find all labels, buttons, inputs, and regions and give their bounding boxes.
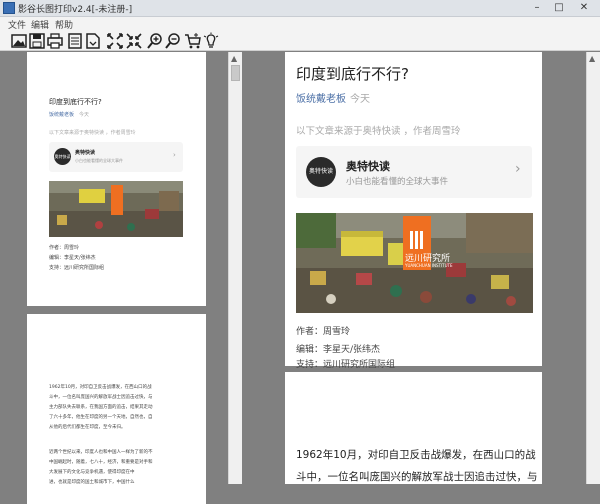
- zoom-out-icon[interactable]: [164, 32, 182, 50]
- thumbnail-pane: 印度到底行不行? 饭统戴老板 今天 以下文章来源于奥特快读 ，作者周雪玲 奥特快…: [0, 52, 228, 504]
- thumbnail-scroll-thumb[interactable]: [231, 65, 240, 81]
- minimize-button[interactable]: –: [526, 1, 548, 15]
- menu-help[interactable]: 帮助: [55, 18, 73, 31]
- thumb-paragraph-line: 进，也就是印度的国土和城市下，中国什么: [49, 480, 135, 485]
- thumb-paragraph-line: 从他的后代们都生在印度，至今未归。: [49, 425, 126, 430]
- thumbnail-page-1[interactable]: 印度到底行不行? 饭统戴老板 今天 以下文章来源于奥特快读 ，作者周雪玲 奥特快…: [27, 52, 206, 306]
- thumb-paragraph-line: 近两个世纪以来，印度人也和中国人一样为了新的不: [49, 450, 153, 455]
- scroll-up-icon[interactable]: ▲: [231, 54, 237, 63]
- card-logo: 奥特快读: [306, 157, 336, 187]
- thumb-card-logo: 奥特快读: [54, 148, 71, 165]
- card-name: 奥特快读: [346, 160, 390, 173]
- menu-file[interactable]: 文件: [8, 18, 26, 31]
- open-image-icon[interactable]: [10, 32, 28, 50]
- article-title: 印度到底行不行?: [296, 65, 409, 83]
- thumb-card-name: 奥特快读: [75, 150, 96, 156]
- maximize-button[interactable]: □: [548, 1, 570, 15]
- zoom-in-icon[interactable]: [146, 32, 164, 50]
- menu-edit[interactable]: 编辑: [31, 18, 49, 31]
- thumb-chevron-right-icon: ›: [173, 151, 176, 159]
- thumb-paragraph-line: 大发展下的文化与竞争机遇，使得印度在中: [49, 470, 135, 475]
- body-paragraph-line: 斗中，一位名叫庞国兴的解放军战士因追击过快，与: [296, 471, 538, 483]
- article-intro: 以下文章来源于奥特快读 ，作者周雪玲: [296, 126, 461, 137]
- toolbar: [0, 31, 600, 51]
- meta-editor: 编辑：李星天/张纬杰: [296, 345, 381, 355]
- thumb-paragraph-line: 中国崛起时，随着，七八十，经济，和重要是对手和: [49, 460, 153, 465]
- export-icon[interactable]: [84, 32, 102, 50]
- app-icon: [3, 2, 15, 14]
- window-title: 影谷长图打印v2.4[-未注册-]: [18, 5, 133, 15]
- close-button[interactable]: ✕: [570, 1, 598, 15]
- thumb-banner-image: [49, 181, 183, 237]
- thumbnail-page-2[interactable]: 1962年10月，对印自卫反击战爆发，在西山口的战 斗中，一位名叫庞国兴的解放军…: [27, 314, 206, 504]
- thumb-meta-support: 支持：远川研究所国际组: [49, 265, 105, 271]
- thumb-meta-editor: 编辑：李星天/张纬杰: [49, 255, 96, 261]
- menu-bar: 文件 编辑 帮助: [0, 17, 600, 31]
- source-card[interactable]: 奥特快读 奥特快读 小白也能看懂的全球大事件 ›: [296, 146, 532, 198]
- print-icon[interactable]: [46, 32, 64, 50]
- preview-pane: 印度到底行不行? 饭统戴老板 今天 以下文章来源于奥特快读 ，作者周雪玲 奥特快…: [242, 52, 600, 484]
- banner-image: 远川研究所 YUANCHUAN INSTITUTE: [296, 213, 533, 313]
- thumb-paragraph-line: 斗中，一位名叫庞国兴的解放军战士因追击过快，与: [49, 395, 153, 400]
- tip-icon[interactable]: [202, 32, 220, 50]
- thumbnail-scrollbar[interactable]: ▲: [228, 52, 242, 484]
- thumb-card-desc: 小白也能看懂的全球大事件: [75, 158, 123, 163]
- fit-page-icon[interactable]: [125, 32, 143, 50]
- body-paragraph-line: 1962年10月，对印自卫反击战爆发，在西山口的战: [296, 449, 536, 461]
- card-description: 小白也能看懂的全球大事件: [346, 177, 449, 187]
- thumb-article-title: 印度到底行不行?: [49, 98, 102, 106]
- thumb-meta-author: 作者：周雪玲: [49, 245, 80, 251]
- preview-page-2: 1962年10月，对印自卫反击战爆发，在西山口的战 斗中，一位名叫庞国兴的解放军…: [285, 372, 542, 484]
- thumb-author: 饭统戴老板: [49, 112, 75, 118]
- save-icon[interactable]: [28, 32, 46, 50]
- title-bar: 影谷长图打印v2.4[-未注册-] – □ ✕: [0, 0, 600, 17]
- meta-support: 支持：远川研究所国际组: [296, 360, 396, 370]
- thumb-paragraph-line: 主力部队失去联系，在我国方面的追击，结果其走动: [49, 405, 153, 410]
- preview-scrollbar[interactable]: ▲: [586, 52, 600, 484]
- thumb-paragraph-line: 了六十多年，他生在印度的另一个天地，自然也，自: [49, 415, 153, 420]
- cart-icon[interactable]: [184, 32, 202, 50]
- article-author[interactable]: 饭统戴老板: [296, 90, 346, 105]
- thumb-source-card: 奥特快读 奥特快读 小白也能看懂的全球大事件 ›: [49, 142, 183, 172]
- meta-author: 作者：周雪玲: [296, 327, 351, 337]
- fit-width-icon[interactable]: [106, 32, 124, 50]
- banner-subtext: YUANCHUAN INSTITUTE: [405, 263, 453, 268]
- article-date: 今天: [350, 94, 370, 105]
- thumb-date: 今天: [79, 112, 90, 118]
- scroll-up-icon[interactable]: ▲: [589, 54, 595, 63]
- thumb-paragraph-line: 1962年10月，对印自卫反击战爆发，在西山口的战: [49, 385, 152, 390]
- thumb-intro: 以下文章来源于奥特快读 ，作者周雪玲: [49, 130, 136, 136]
- chevron-right-icon: ›: [515, 161, 521, 177]
- settings-icon[interactable]: [66, 32, 84, 50]
- preview-page-1: 印度到底行不行? 饭统戴老板 今天 以下文章来源于奥特快读 ，作者周雪玲 奥特快…: [285, 52, 542, 370]
